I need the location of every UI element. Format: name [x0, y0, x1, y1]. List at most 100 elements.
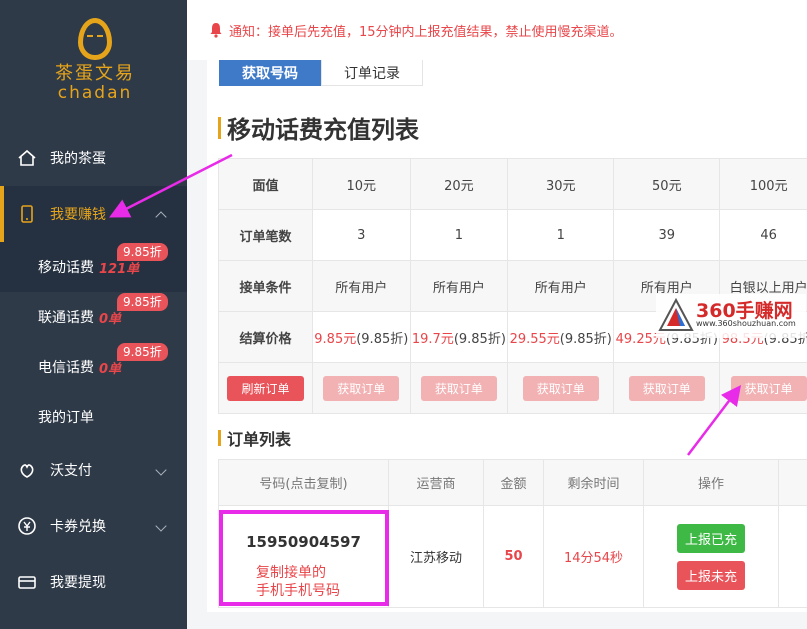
price-cell: 29.55元(9.85折) [507, 311, 615, 363]
sidebar-item-label: 我的茶蛋 [50, 151, 106, 167]
get-order-button[interactable]: 获取订单 [522, 375, 599, 401]
price-value: 29.55元 [509, 331, 560, 347]
row-label: 接单条件 [218, 260, 313, 312]
annotation-line: 复制接单的 [256, 565, 326, 581]
chevron-down-icon [155, 464, 167, 476]
get-order-button[interactable]: 获取订单 [730, 375, 807, 401]
order-section-title: 订单列表 [218, 426, 291, 450]
triangle-logo-icon [658, 298, 694, 331]
button-cell: 刷新订单 [218, 362, 313, 414]
sidebar-item-coupon-exchange[interactable]: 卡券兑换 [0, 498, 187, 554]
button-cell: 获取订单 [613, 362, 721, 414]
price-cell: 9.85元(9.85折) [312, 311, 411, 363]
report-not-recharged-button[interactable]: 上报未充 [677, 560, 745, 590]
button-cell: 获取订单 [312, 362, 411, 414]
bottom-bar [187, 612, 807, 629]
button-cell: 获取订单 [719, 362, 807, 414]
face-value: 10元 [312, 158, 411, 210]
price-section-title: 移动话费充值列表 [218, 110, 419, 145]
order-count-cell: 1 [507, 209, 615, 261]
report-recharged-button[interactable]: 上报已充 [677, 523, 745, 553]
extra-cell [778, 505, 807, 608]
section-heading: 订单列表 [227, 430, 292, 449]
card-icon [16, 571, 38, 593]
column-header: 操作 [643, 459, 779, 506]
phone-number[interactable]: 15950904597 [246, 533, 361, 551]
chevron-down-icon [155, 520, 167, 532]
title-accent-bar [218, 430, 221, 446]
page-title: 移动话费充值列表 [227, 116, 419, 144]
egg-logo-icon [78, 18, 112, 60]
sidebar-item-label: 卡券兑换 [50, 519, 106, 535]
face-value: 50元 [613, 158, 721, 210]
table-row: 面值 10元 20元 30元 50元 100元 [218, 158, 807, 210]
tab-order-records[interactable]: 订单记录 [321, 60, 423, 86]
discount-badge: 9.85折 [117, 293, 168, 311]
condition-cell: 所有用户 [507, 260, 615, 312]
remaining-time-cell: 14分54秒 [543, 505, 644, 608]
discount-badge: 9.85折 [117, 243, 168, 261]
bell-icon [210, 23, 222, 38]
face-value: 20元 [409, 158, 509, 210]
sidebar-item-earn-money[interactable]: 我要赚钱 [0, 186, 187, 242]
amount-cell: 50 [483, 505, 544, 608]
tab-get-number[interactable]: 获取号码 [219, 60, 321, 86]
logo-text-cn: 茶蛋文易 [55, 63, 135, 84]
order-count-cell: 1 [409, 209, 509, 261]
column-header-extra [778, 459, 807, 506]
discount-text: (9.85折) [559, 331, 612, 347]
refresh-orders-button[interactable]: 刷新订单 [227, 375, 304, 401]
phone-icon [16, 203, 38, 225]
sidebar-subitem-my-orders[interactable]: 我的订单 [0, 392, 187, 442]
sidebar-subitem-label: 移动话费 [38, 260, 94, 276]
order-count-cell: 3 [312, 209, 411, 261]
condition-cell: 所有用户 [312, 260, 411, 312]
column-header: 运营商 [388, 459, 484, 506]
annotation-note: 复制接单的 手机手机号码 [256, 564, 340, 600]
operator-cell: 江苏移动 [388, 505, 484, 608]
discount-text: (9.85折) [453, 331, 506, 347]
chevron-up-icon [155, 211, 167, 223]
get-order-button[interactable]: 获取订单 [323, 375, 400, 401]
face-value: 100元 [719, 158, 807, 210]
button-cell: 获取订单 [409, 362, 509, 414]
logo[interactable]: 茶蛋文易 chadan [50, 18, 140, 118]
discount-text: (9.85折) [356, 331, 409, 347]
sidebar-item-withdraw[interactable]: 我要提现 [0, 554, 187, 610]
face-value: 30元 [507, 158, 615, 210]
sidebar-subitem-label: 我的订单 [38, 410, 94, 426]
get-order-button[interactable]: 获取订单 [420, 375, 497, 401]
sidebar-item-label: 我要赚钱 [50, 207, 106, 223]
row-label: 面值 [218, 158, 313, 210]
get-order-button[interactable]: 获取订单 [628, 375, 705, 401]
table-row: 订单笔数 3 1 1 39 46 [218, 209, 807, 261]
discount-badge: 9.85折 [117, 343, 168, 361]
yuan-coin-icon [16, 515, 38, 537]
price-value: 9.85元 [314, 331, 357, 347]
order-count-cell: 39 [613, 209, 721, 261]
table-header-row: 号码(点击复制) 运营商 金额 剩余时间 操作 [218, 459, 807, 506]
column-header: 金额 [483, 459, 544, 506]
sidebar-subitem-label: 电信话费 [38, 360, 94, 376]
row-label: 订单笔数 [218, 209, 313, 261]
sidebar-item-my-chadan[interactable]: 我的茶蛋 [0, 130, 187, 186]
watermark-url: www.360shouzhuan.com [696, 319, 796, 328]
table-row: 刷新订单 获取订单 获取订单 获取订单 获取订单 获取订单 [218, 362, 807, 414]
sidebar-subitem-label: 联通话费 [38, 310, 94, 326]
sidebar-item-wo-pay[interactable]: 沃支付 [0, 442, 187, 498]
sidebar-item-label: 沃支付 [50, 463, 92, 479]
annotation-line: 手机手机号码 [256, 583, 340, 599]
sidebar: 茶蛋文易 chadan 我的茶蛋 我要赚钱 移动话费 121单 9.85折 联通… [0, 0, 187, 629]
column-header: 号码(点击复制) [218, 459, 389, 506]
home-icon [16, 147, 38, 169]
tab-bar: 获取号码 订单记录 [219, 60, 423, 86]
sidebar-item-label: 我要提现 [50, 575, 106, 591]
notice-bar: 通知：接单后先充值，15分钟内上报充值结果，禁止使用慢充渠道。 [187, 0, 807, 60]
title-accent-bar [218, 116, 221, 139]
price-cell: 19.7元(9.85折) [409, 311, 509, 363]
order-count-cell: 46 [719, 209, 807, 261]
watermark: 360手赚网 www.360shouzhuan.com [656, 294, 806, 338]
price-table: 面值 10元 20元 30元 50元 100元 订单笔数 3 1 1 39 46… [218, 158, 807, 414]
column-header: 剩余时间 [543, 459, 644, 506]
price-value: 19.7元 [411, 331, 454, 347]
